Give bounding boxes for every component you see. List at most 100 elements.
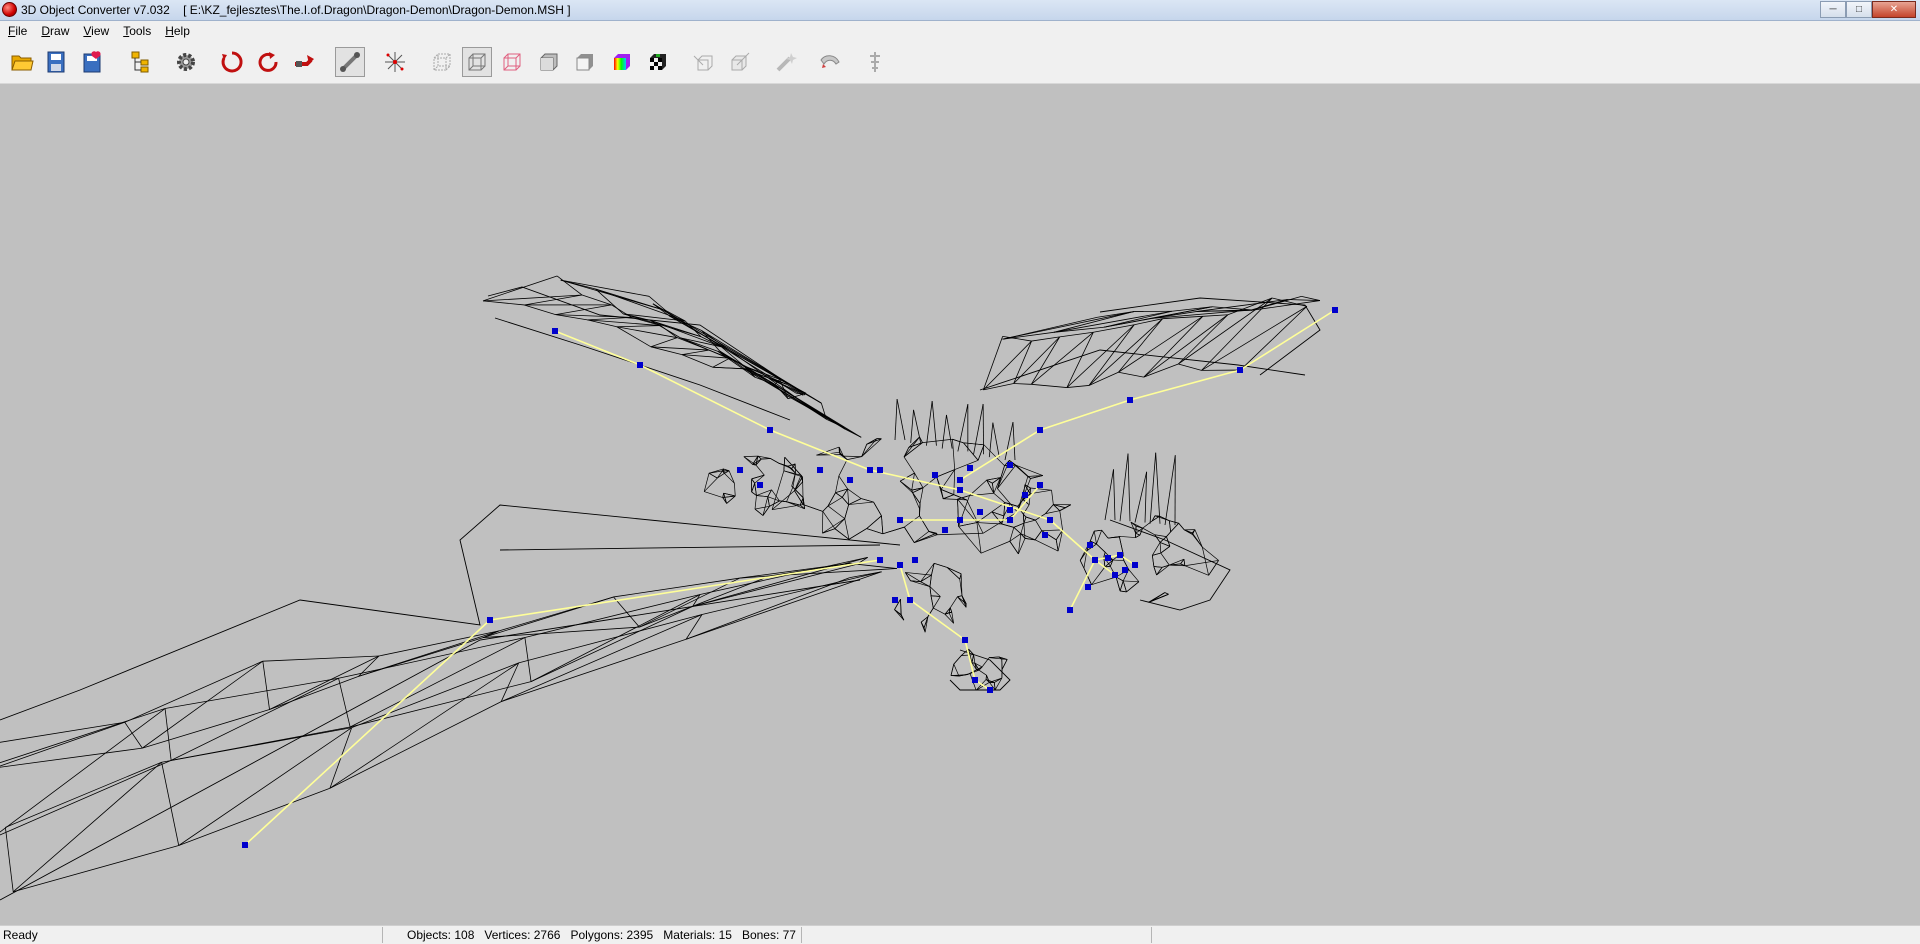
bone-joint[interactable] — [1007, 462, 1013, 468]
head-mesh — [1135, 532, 1141, 536]
status-pane-4 — [1152, 927, 1920, 943]
bone-joint[interactable] — [767, 427, 773, 433]
rear-mesh — [723, 493, 727, 504]
head-mesh — [1166, 531, 1171, 537]
bone-joint[interactable] — [897, 517, 903, 523]
bone-joint[interactable] — [972, 677, 978, 683]
bone-joint[interactable] — [242, 842, 248, 848]
body-mesh — [842, 497, 849, 505]
bounding-box-button[interactable] — [427, 47, 457, 77]
bone-joint[interactable] — [987, 687, 993, 693]
neck-mesh — [1001, 523, 1014, 528]
save-as-button[interactable] — [78, 47, 108, 77]
rear-mesh — [751, 478, 755, 484]
viewport-3d[interactable] — [0, 84, 1920, 925]
bone-joint[interactable] — [1132, 562, 1138, 568]
bone-joint[interactable] — [1092, 557, 1098, 563]
bone-joint[interactable] — [892, 597, 898, 603]
bone-joint[interactable] — [757, 482, 763, 488]
bone-joint[interactable] — [1085, 584, 1091, 590]
bones-button[interactable] — [335, 47, 365, 77]
status-objects: Objects: 108 — [407, 928, 475, 942]
head-mesh — [1178, 523, 1185, 531]
app-logo-icon[interactable] — [2, 2, 17, 17]
bone-joint[interactable] — [867, 467, 873, 473]
bone-joint[interactable] — [1037, 482, 1043, 488]
bone-joint[interactable] — [1112, 572, 1118, 578]
tail-mesh — [501, 638, 687, 702]
wand-button[interactable] — [771, 47, 801, 77]
maximize-button[interactable]: □ — [1846, 1, 1872, 18]
body-mesh — [866, 438, 882, 445]
bone-joint[interactable] — [847, 477, 853, 483]
bone-joint[interactable] — [1117, 552, 1123, 558]
hierarchy-button[interactable] — [126, 47, 156, 77]
foreleg-mesh — [920, 574, 932, 582]
normals-out-button[interactable] — [689, 47, 719, 77]
bone-joint[interactable] — [877, 467, 883, 473]
menu-draw[interactable]: Draw — [33, 21, 75, 41]
normals-in-button[interactable] — [725, 47, 755, 77]
head-horns — [1113, 469, 1116, 521]
wireframe-button[interactable] — [462, 47, 492, 77]
settings-button[interactable] — [171, 47, 201, 77]
bone-joint[interactable] — [1067, 607, 1073, 613]
wireframe-red-button[interactable] — [497, 47, 527, 77]
bone-joint[interactable] — [1007, 517, 1013, 523]
bone-joint[interactable] — [957, 477, 963, 483]
bone-joint[interactable] — [962, 637, 968, 643]
bone-joint[interactable] — [897, 562, 903, 568]
bone-joint[interactable] — [1127, 397, 1133, 403]
save-button[interactable] — [42, 47, 72, 77]
bone-joint[interactable] — [912, 557, 918, 563]
rotate-x-button[interactable] — [217, 47, 247, 77]
foreleg-mesh — [929, 575, 932, 587]
flat-shading-button[interactable] — [534, 47, 564, 77]
bone-joint[interactable] — [1007, 507, 1013, 513]
bone-joint[interactable] — [967, 465, 973, 471]
bone-joint[interactable] — [1237, 367, 1243, 373]
bone-joint[interactable] — [1037, 427, 1043, 433]
head-horns — [1164, 455, 1176, 526]
bone-joint[interactable] — [877, 557, 883, 563]
left-wing-mesh — [650, 337, 678, 348]
menu-file[interactable]: File — [0, 21, 33, 41]
minimize-button[interactable]: ─ — [1820, 1, 1846, 18]
menu-view[interactable]: View — [75, 21, 115, 41]
open-button[interactable] — [7, 47, 37, 77]
magnet-button[interactable] — [815, 47, 845, 77]
bone-joint[interactable] — [737, 467, 743, 473]
bone-joint[interactable] — [1332, 307, 1338, 313]
bone-joint[interactable] — [1042, 532, 1048, 538]
back-spikes — [957, 404, 969, 452]
smooth-shading-button[interactable] — [570, 47, 600, 77]
bone-joint[interactable] — [1047, 517, 1053, 523]
close-button[interactable]: ✕ — [1872, 1, 1916, 18]
rotate-z-button[interactable] — [289, 47, 319, 77]
rotate-y-button[interactable] — [253, 47, 283, 77]
menu-tools[interactable]: Tools — [115, 21, 157, 41]
app-title: 3D Object Converter v7.032 — [21, 3, 170, 17]
bone-joint[interactable] — [487, 617, 493, 623]
bone-joint[interactable] — [977, 509, 983, 515]
vertex-colors-button[interactable] — [607, 47, 637, 77]
bone-joint[interactable] — [942, 527, 948, 533]
bone-joint[interactable] — [1122, 567, 1128, 573]
bone-joint[interactable] — [957, 487, 963, 493]
bone-joint[interactable] — [932, 472, 938, 478]
claw-mesh — [953, 663, 960, 677]
rear-mesh — [778, 462, 789, 467]
bone-joint[interactable] — [637, 362, 643, 368]
tree-button[interactable] — [860, 47, 890, 77]
textures-button[interactable] — [643, 47, 673, 77]
vertices-button[interactable] — [380, 47, 410, 77]
bone-joint[interactable] — [1087, 542, 1093, 548]
bone-joint[interactable] — [1105, 555, 1111, 561]
bone-joint[interactable] — [907, 597, 913, 603]
head-mesh — [1184, 565, 1209, 576]
bone-joint[interactable] — [817, 467, 823, 473]
bone-joint[interactable] — [552, 328, 558, 334]
bone-joint[interactable] — [957, 517, 963, 523]
bone-joint[interactable] — [1022, 492, 1028, 498]
menu-help[interactable]: Help — [157, 21, 196, 41]
